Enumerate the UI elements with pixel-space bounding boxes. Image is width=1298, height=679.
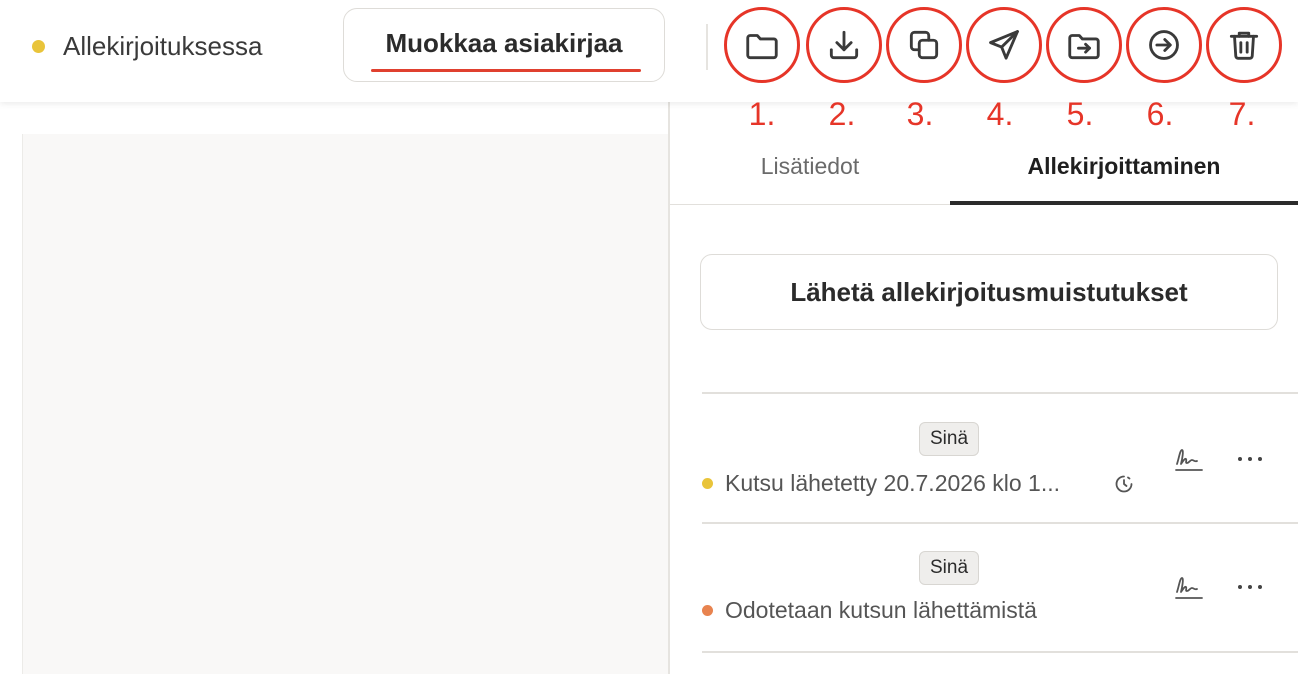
send-reminders-button[interactable]: Lähetä allekirjoitusmuistutukset [700,254,1278,330]
annotation-number-1: 1. [748,96,776,132]
clock-icon[interactable] [1112,472,1136,496]
edit-document-button[interactable]: Muokkaa asiakirjaa [343,8,665,82]
annotation-number-3: 3. [906,96,934,132]
toolbar-separator [706,24,708,70]
folder-icon [746,34,778,60]
tab-info-label: Lisätiedot [760,152,860,179]
send-reminders-label: Lähetä allekirjoitusmuistutukset [790,276,1188,307]
copy-button[interactable] [886,7,962,83]
tab-signing-label: Allekirjoittaminen [1027,152,1221,179]
signer-divider [702,522,1298,524]
signer-status-dot [702,604,713,616]
signer-row: Sinä Kutsu lähetetty 20.7.2026 klo 1... [702,422,1298,550]
document-page[interactable] [22,134,669,674]
download-icon [829,30,859,60]
top-bar: Allekirjoituksessa Muokkaa asiakirjaa [0,0,1298,102]
more-options-icon[interactable] [1232,442,1268,476]
copy-icon [909,30,939,60]
signer-status-dot [702,477,713,489]
trash-icon [1229,31,1259,60]
send-button[interactable] [966,7,1042,83]
signer-status-text: Kutsu lähetetty 20.7.2026 klo 1... [725,469,1061,496]
delete-button[interactable] [1206,7,1282,83]
signature-icon[interactable] [1172,570,1206,604]
annotation-number-2: 2. [828,96,856,132]
annotation-number-5: 5. [1066,96,1094,132]
annotation-number-4: 4. [986,96,1014,132]
status-dot [32,39,45,53]
more-options-icon[interactable] [1232,570,1268,604]
move-to-folder-icon [1068,34,1100,60]
signer-row: Sinä Odotetaan kutsun lähettämistä [702,551,1298,679]
signer-status: Odotetaan kutsun lähettämistä [702,593,1037,627]
arrow-in-circle-icon [1149,30,1179,60]
document-status: Allekirjoituksessa [32,30,262,62]
tab-signing[interactable]: Allekirjoittaminen [950,130,1298,205]
signer-badge: Sinä [919,422,980,456]
move-to-folder-button[interactable] [1046,7,1122,83]
edit-underline-annotation [371,69,641,72]
arrow-in-circle-button[interactable] [1126,7,1202,83]
signer-list-divider [702,392,1298,394]
signer-status-text: Odotetaan kutsun lähettämistä [725,596,1037,623]
send-icon [989,30,1019,60]
folder-button[interactable] [724,7,800,83]
annotation-number-7: 7. [1228,96,1256,132]
signer-divider [702,651,1298,653]
download-button[interactable] [806,7,882,83]
panel-tabs: Lisätiedot Allekirjoittaminen [670,130,1298,205]
signer-badge: Sinä [919,551,980,585]
tab-info[interactable]: Lisätiedot [670,130,950,202]
signer-status: Kutsu lähetetty 20.7.2026 klo 1... [702,466,1060,500]
active-tab-indicator [950,201,1298,205]
status-label: Allekirjoituksessa [63,30,263,61]
annotation-number-6: 6. [1146,96,1174,132]
signature-icon[interactable] [1172,442,1206,476]
edit-document-label: Muokkaa asiakirjaa [385,27,623,58]
